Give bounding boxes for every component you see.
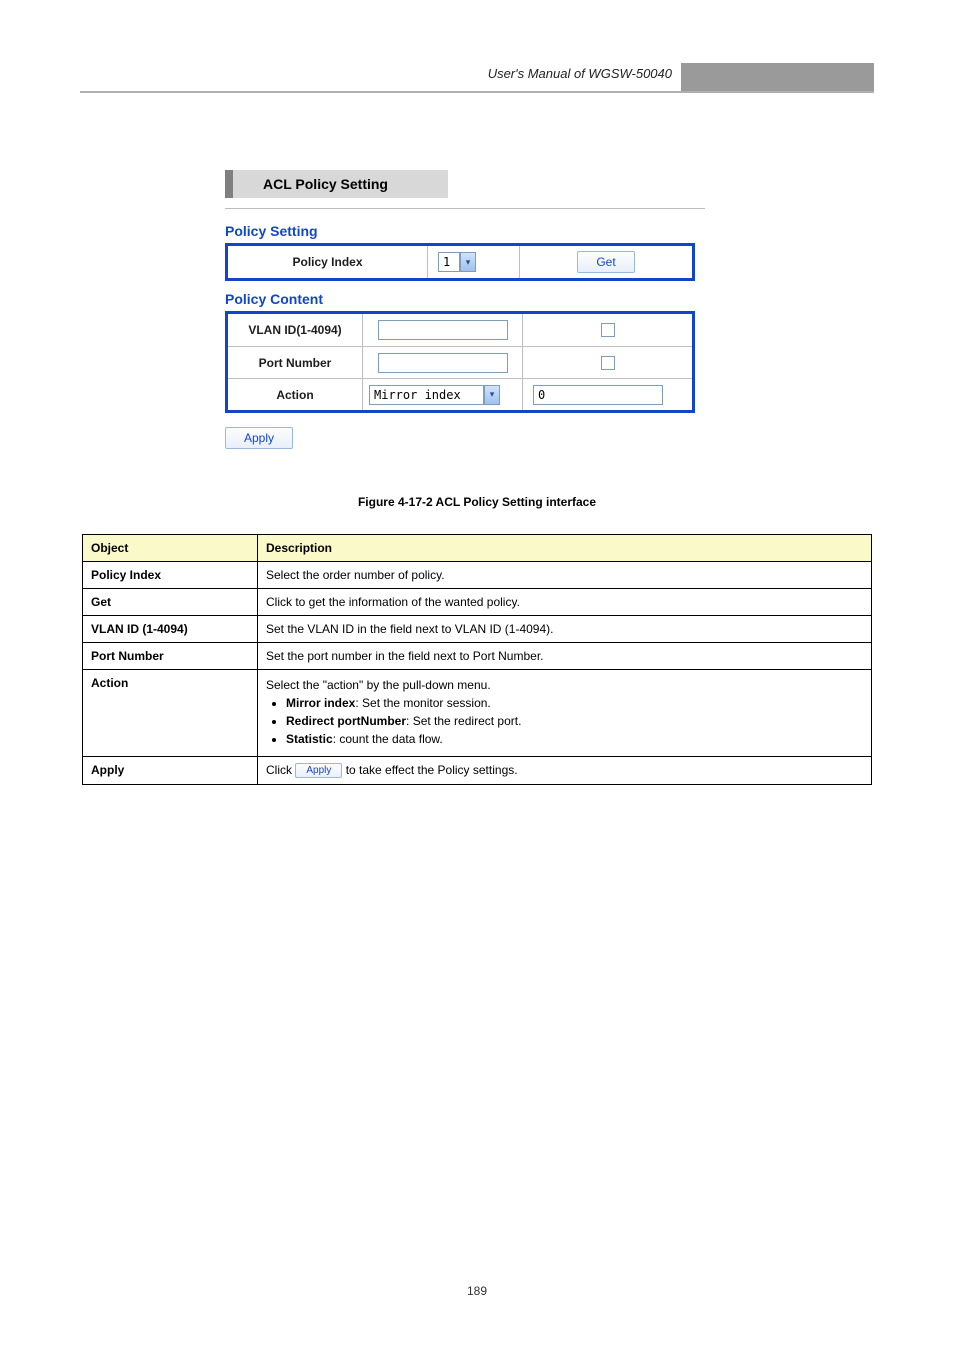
object-cell: Policy Index	[83, 562, 258, 589]
object-cell: VLAN ID (1-4094)	[83, 616, 258, 643]
figure-screenshot: ACL Policy Setting Policy Setting Policy…	[225, 170, 725, 449]
vlan-row: VLAN ID(1-4094)	[228, 314, 692, 346]
opt-label: Redirect portNumber	[286, 714, 406, 728]
acl-title-bar: ACL Policy Setting	[225, 170, 725, 198]
table-row: VLAN ID (1-4094) Set the VLAN ID in the …	[83, 616, 872, 643]
action-num-cell	[523, 379, 692, 410]
action-desc-intro: Select the "action" by the pull-down men…	[266, 678, 863, 692]
acl-title-text: ACL Policy Setting	[233, 170, 448, 198]
port-checkbox[interactable]	[601, 356, 615, 370]
apply-button[interactable]: Apply	[225, 427, 293, 449]
vlan-checkbox[interactable]	[601, 323, 615, 337]
vlan-id-input[interactable]	[378, 320, 508, 340]
action-number-input[interactable]	[533, 385, 663, 405]
apply-inline-button: Apply	[295, 763, 342, 778]
port-chk-cell	[523, 347, 692, 378]
table-row: Get Click to get the information of the …	[83, 589, 872, 616]
action-row: Action Mirror index▾	[228, 378, 692, 410]
object-cell: Action	[83, 670, 258, 757]
header-gray-bar	[681, 63, 874, 91]
get-cell: Get	[520, 246, 692, 278]
figure-caption: Figure 4-17-2 ACL Policy Setting interfa…	[0, 495, 954, 509]
policy-setting-table: Policy Index 1▾ Get	[225, 243, 695, 281]
manual-title: User's Manual of WGSW-50040	[488, 66, 672, 81]
object-cell: Get	[83, 589, 258, 616]
policy-index-select[interactable]: 1	[438, 252, 460, 272]
page-number: 189	[0, 1284, 954, 1298]
action-options-list: Mirror index: Set the monitor session. R…	[286, 696, 863, 746]
policy-index-cell: 1▾	[428, 246, 520, 278]
list-item: Statistic: count the data flow.	[286, 732, 863, 746]
port-row: Port Number	[228, 346, 692, 378]
object-cell: Port Number	[83, 643, 258, 670]
opt-label: Statistic	[286, 732, 333, 746]
title-rule	[225, 208, 705, 209]
policy-index-row: Policy Index 1▾ Get	[228, 246, 692, 278]
col-description-header: Description	[258, 535, 872, 562]
table-row: Policy Index Select the order number of …	[83, 562, 872, 589]
vlan-input-cell	[363, 314, 523, 346]
action-label: Action	[228, 379, 363, 410]
description-cell: Select the order number of policy.	[258, 562, 872, 589]
opt-text: : count the data flow.	[333, 732, 443, 746]
port-label: Port Number	[228, 347, 363, 378]
chevron-down-icon[interactable]: ▾	[460, 252, 476, 272]
header-rule	[80, 91, 874, 93]
vlan-chk-cell	[523, 314, 692, 346]
opt-text: : Set the monitor session.	[355, 696, 490, 710]
description-cell: Set the port number in the field next to…	[258, 643, 872, 670]
list-item: Mirror index: Set the monitor session.	[286, 696, 863, 710]
object-cell: Apply	[83, 757, 258, 785]
port-input-cell	[363, 347, 523, 378]
table-header-row: Object Description	[83, 535, 872, 562]
table-row: Apply Click Apply to take effect the Pol…	[83, 757, 872, 785]
policy-index-label: Policy Index	[228, 246, 428, 278]
port-number-input[interactable]	[378, 353, 508, 373]
title-bar-accent	[225, 170, 233, 198]
action-select[interactable]: Mirror index	[369, 385, 484, 405]
col-object-header: Object	[83, 535, 258, 562]
apply-desc-suffix: to take effect the Policy settings.	[346, 763, 518, 777]
apply-desc-prefix: Click	[266, 763, 295, 777]
description-cell: Set the VLAN ID in the field next to VLA…	[258, 616, 872, 643]
description-cell: Click Apply to take effect the Policy se…	[258, 757, 872, 785]
vlan-label: VLAN ID(1-4094)	[228, 314, 363, 346]
chevron-down-icon[interactable]: ▾	[484, 385, 500, 405]
parameter-table: Object Description Policy Index Select t…	[82, 534, 872, 785]
table-row: Port Number Set the port number in the f…	[83, 643, 872, 670]
description-cell: Select the "action" by the pull-down men…	[258, 670, 872, 757]
policy-setting-heading: Policy Setting	[225, 223, 725, 239]
policy-content-table: VLAN ID(1-4094) Port Number Action Mirro…	[225, 311, 695, 413]
opt-label: Mirror index	[286, 696, 355, 710]
opt-text: : Set the redirect port.	[406, 714, 521, 728]
policy-content-heading: Policy Content	[225, 291, 725, 307]
action-select-cell: Mirror index▾	[363, 379, 523, 410]
description-cell: Click to get the information of the want…	[258, 589, 872, 616]
table-row: Action Select the "action" by the pull-d…	[83, 670, 872, 757]
get-button[interactable]: Get	[577, 251, 634, 273]
list-item: Redirect portNumber: Set the redirect po…	[286, 714, 863, 728]
